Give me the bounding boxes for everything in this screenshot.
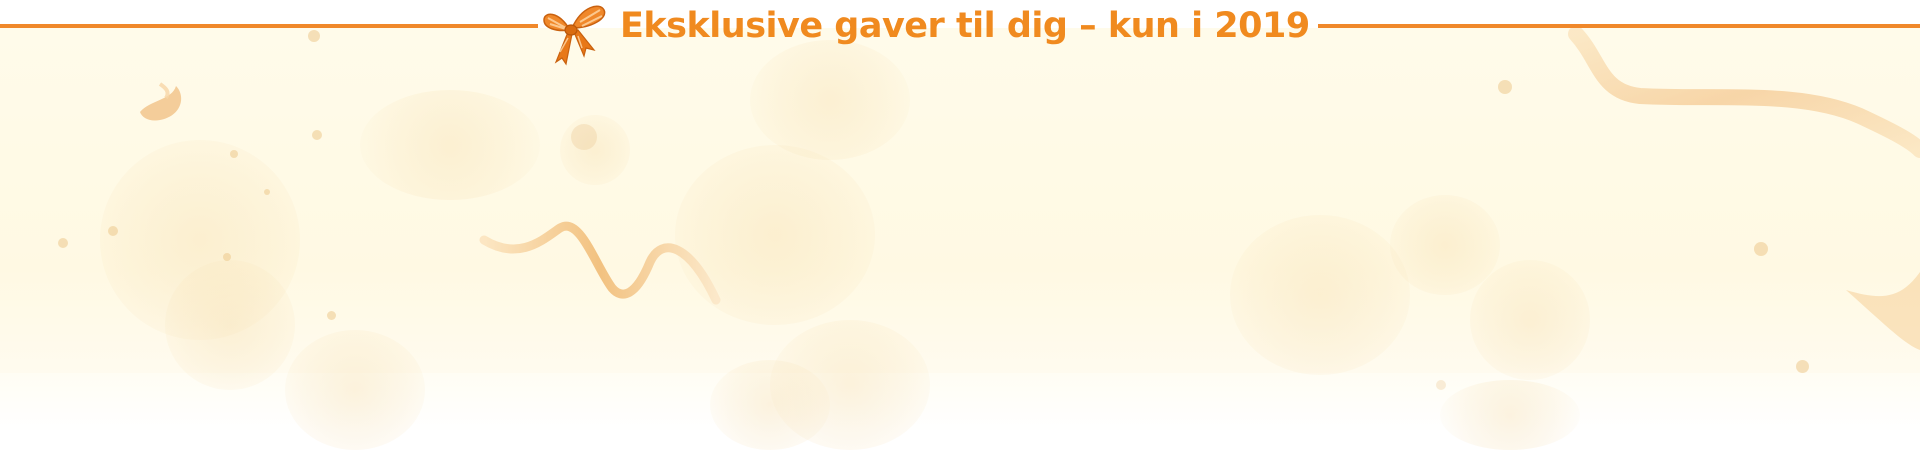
curled-confetti-shade <box>158 82 170 100</box>
header-divider-left <box>0 24 538 28</box>
sweeping-ribbon-edge <box>1846 272 1920 350</box>
banner-header: Eksklusive gaver til dig – kun i 2019 <box>0 0 1920 66</box>
header-divider-right <box>1318 24 1920 28</box>
ribbon-decorations <box>140 26 1920 350</box>
promo-banner: Eksklusive gaver til dig – kun i 2019 <box>0 0 1920 472</box>
wavy-ribbon <box>479 221 721 305</box>
banner-title: Eksklusive gaver til dig – kun i 2019 <box>620 6 1310 46</box>
ribbon-bow-icon <box>543 5 606 66</box>
curled-confetti <box>140 86 182 121</box>
